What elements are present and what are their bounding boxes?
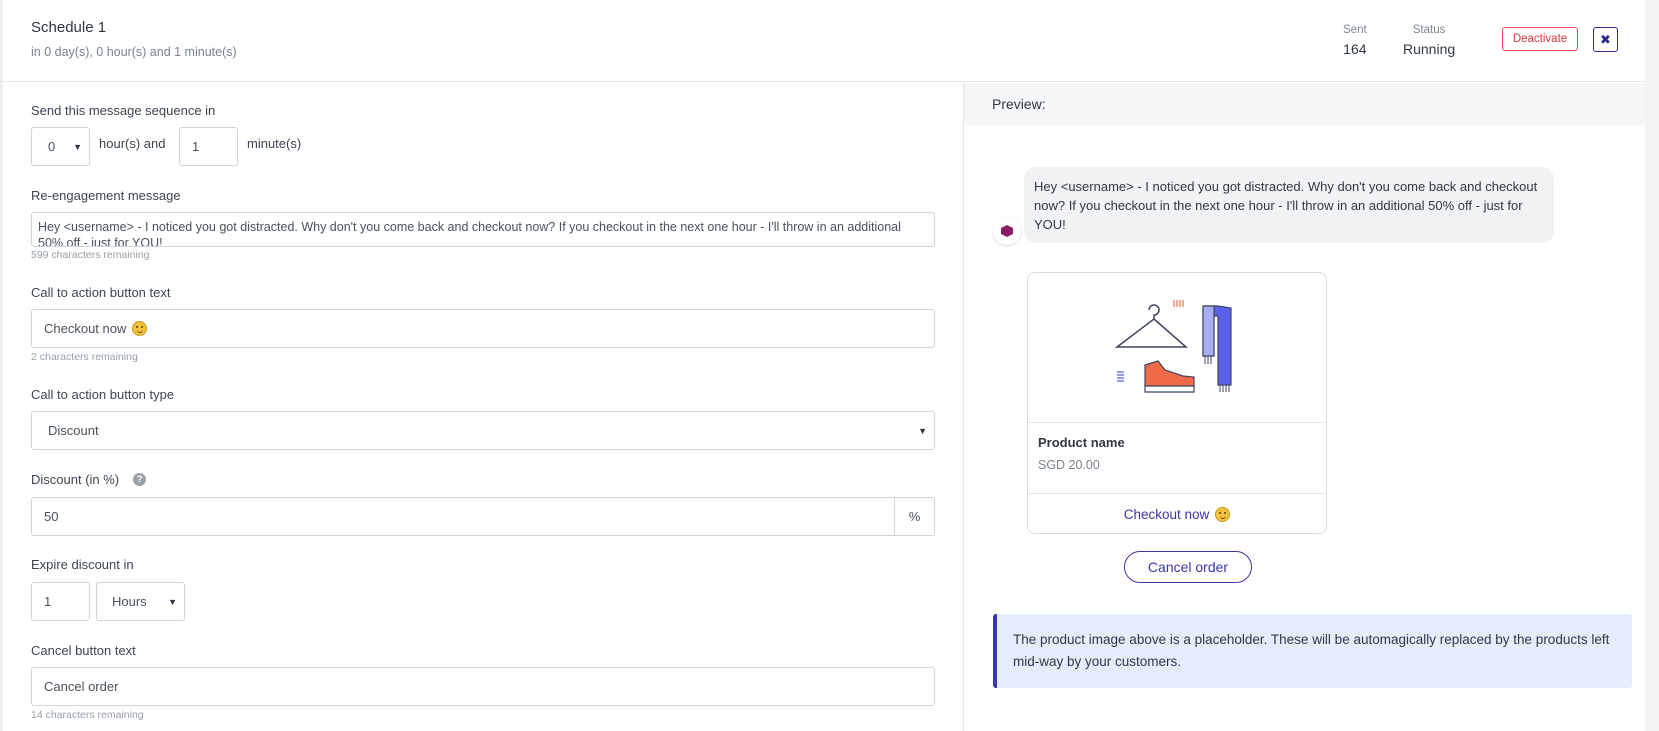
expire-value: 1 xyxy=(44,594,52,609)
hours-select[interactable]: 0 ▼ xyxy=(31,127,90,166)
schedule-header: Schedule 1 in 0 day(s), 0 hour(s) and 1 … xyxy=(3,0,1645,82)
expire-unit-value: Hours xyxy=(112,594,147,609)
page-edge-left xyxy=(0,0,3,731)
expire-input[interactable]: 1 xyxy=(31,582,90,621)
discount-value: 50 xyxy=(44,509,59,524)
status-label: Status xyxy=(1412,24,1446,36)
product-name: Product name xyxy=(1038,435,1125,450)
product-card: Product name SGD 20.00 Checkout now xyxy=(1027,272,1327,534)
page-scrollbar-track[interactable] xyxy=(1645,0,1659,731)
product-price: SGD 20.00 xyxy=(1038,458,1100,472)
preview-title: Preview: xyxy=(992,96,1046,112)
pane-divider xyxy=(963,82,964,731)
cta-type-select[interactable]: Discount ▼ xyxy=(31,411,935,450)
preview-message-bubble: Hey <username> - I noticed you got distr… xyxy=(1024,167,1554,243)
discount-label: Discount (in %) xyxy=(31,472,120,487)
minutes-suffix: minute(s) xyxy=(247,136,302,151)
cta-text-input[interactable]: Checkout now xyxy=(31,309,935,348)
chevron-down-icon: ▼ xyxy=(168,596,177,607)
cancel-text-value: Cancel order xyxy=(44,679,119,694)
hours-suffix: hour(s) and xyxy=(99,136,166,151)
percent-addon: % xyxy=(894,497,935,536)
cta-type-value: Discount xyxy=(48,423,99,438)
schedule-title: Schedule 1 xyxy=(31,19,107,36)
cta-text-hint: 2 characters remaining xyxy=(31,351,138,363)
cta-type-label: Call to action button type xyxy=(31,387,175,402)
deactivate-button[interactable]: Deactivate xyxy=(1502,27,1578,51)
expire-unit-select[interactable]: Hours ▼ xyxy=(96,582,185,621)
chevron-down-icon: ▼ xyxy=(73,141,82,152)
discount-input[interactable]: 50 xyxy=(31,497,895,536)
help-icon[interactable]: ? xyxy=(133,473,146,486)
bot-avatar xyxy=(993,217,1021,245)
winking-emoji-icon xyxy=(1215,506,1231,522)
reengagement-label: Re-engagement message xyxy=(31,188,181,203)
sent-value: 164 xyxy=(1343,41,1367,57)
expire-label: Expire discount in xyxy=(31,557,134,572)
preview-checkout-button[interactable]: Checkout now xyxy=(1028,493,1326,533)
reengagement-hint: 599 characters remaining xyxy=(31,249,150,261)
sent-label: Sent xyxy=(1343,24,1367,36)
chevron-down-icon: ▼ xyxy=(918,425,927,436)
product-placeholder-image xyxy=(1028,273,1326,423)
close-button[interactable]: ✖ xyxy=(1593,27,1618,52)
schedule-subtitle: in 0 day(s), 0 hour(s) and 1 minute(s) xyxy=(31,45,237,59)
cancel-text-label: Cancel button text xyxy=(31,643,136,658)
cancel-text-hint: 14 characters remaining xyxy=(31,709,144,721)
clothing-illustration-icon xyxy=(1114,300,1232,393)
status-value: Running xyxy=(1403,41,1456,57)
preview-cancel-button[interactable]: Cancel order xyxy=(1124,551,1252,583)
send-sequence-label: Send this message sequence in xyxy=(31,103,216,118)
reengagement-message-input[interactable]: Hey <username> - I noticed you got distr… xyxy=(31,212,935,247)
cta-text-label: Call to action button text xyxy=(31,285,171,300)
winking-emoji-icon xyxy=(132,321,148,336)
preview-checkout-label: Checkout now xyxy=(1123,506,1210,522)
minutes-input-value: 1 xyxy=(192,139,200,154)
preview-header: Preview: xyxy=(964,83,1645,125)
cancel-text-input[interactable]: Cancel order xyxy=(31,667,935,706)
hexagon-logo-icon xyxy=(1001,225,1013,237)
hours-select-value: 0 xyxy=(48,139,56,154)
placeholder-info-note: The product image above is a placeholder… xyxy=(993,614,1632,688)
close-icon: ✖ xyxy=(1600,31,1611,47)
minutes-input[interactable]: 1 xyxy=(179,127,238,166)
cta-text-value: Checkout now xyxy=(44,321,127,336)
sent-stat: Sent 164 xyxy=(1343,24,1367,57)
status-stat: Status Running xyxy=(1403,24,1455,57)
